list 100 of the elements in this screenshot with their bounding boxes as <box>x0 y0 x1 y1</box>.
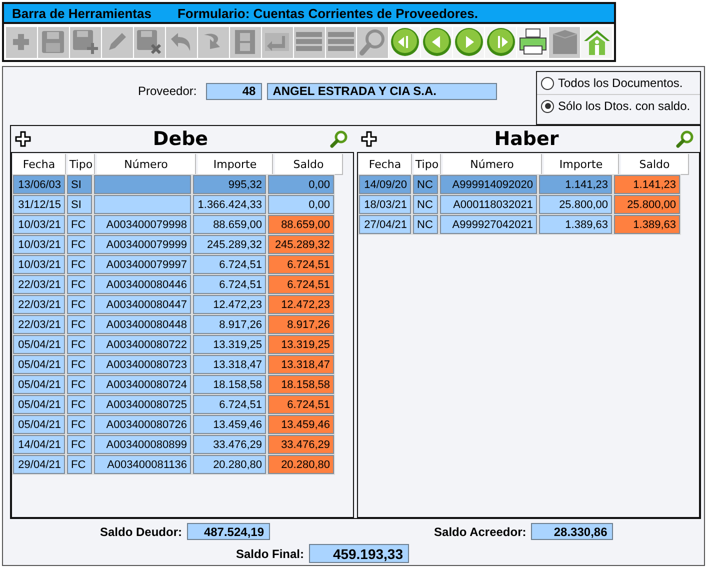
table-cell: 6.724,51 <box>193 255 266 274</box>
table-cell: 245.289,32 <box>268 235 334 254</box>
floppy-cross-icon <box>135 28 164 56</box>
table-cell: A003400080446 <box>94 275 191 294</box>
table-cell: A999927042021 <box>440 215 537 234</box>
table-cell: 13.319,25 <box>268 335 334 354</box>
table-cell: 14/09/20 <box>359 175 411 194</box>
table-cell: A003400080725 <box>94 395 191 414</box>
radio-button[interactable] <box>541 100 554 112</box>
total-label: Saldo Final: <box>236 546 304 560</box>
printer-icon <box>518 28 548 56</box>
table-cell: FC <box>67 295 92 314</box>
first-record-icon <box>390 27 420 57</box>
table-cell: 18/03/21 <box>359 195 411 214</box>
table-cell: 12.472,23 <box>268 295 334 314</box>
table-cell: 6.724,51 <box>193 275 266 294</box>
radio-button[interactable] <box>541 76 554 90</box>
table-cell: FC <box>67 375 92 394</box>
table-cell: SI <box>67 175 92 194</box>
table-cell: FC <box>67 275 92 294</box>
table-cell: NC <box>413 195 438 214</box>
table-cell: A003400080899 <box>94 435 191 454</box>
table-cell: A003400079997 <box>94 255 191 274</box>
table-cell: A003400080724 <box>94 375 191 394</box>
column-header[interactable]: Fecha <box>13 154 66 175</box>
table-cell: FC <box>67 435 92 454</box>
toolbar-button[interactable] <box>389 26 420 58</box>
table-cell: 18.158,58 <box>268 375 334 394</box>
table-cell: SI <box>67 195 92 214</box>
table-cell: 27/04/21 <box>359 215 411 234</box>
table-cell: A003400080723 <box>94 355 191 374</box>
table-cell: A003400080722 <box>94 335 191 354</box>
table-cell: 33.476,29 <box>193 435 266 454</box>
column-header[interactable]: Número <box>97 154 196 175</box>
table-cell: 0,00 <box>268 175 334 194</box>
supplier-code-field[interactable]: 48 <box>206 82 262 100</box>
column-header[interactable]: Importe <box>198 154 273 175</box>
table-cell: 1.389,63 <box>614 215 680 234</box>
column-header[interactable]: Saldo <box>275 154 343 175</box>
table-cell: 1.366.424,33 <box>193 195 266 214</box>
table-cell: 13.318,47 <box>193 355 266 374</box>
table-cell: 1.389,63 <box>539 215 612 234</box>
home-icon <box>582 27 612 57</box>
table-cell: A003400079999 <box>94 235 191 254</box>
column-header[interactable]: Tipo <box>68 154 95 175</box>
list-icon <box>295 30 324 54</box>
table-cell: 88.659,00 <box>193 215 266 234</box>
search-icon[interactable] <box>676 130 694 148</box>
column-header[interactable]: Tipo <box>414 154 441 175</box>
toolbar-button[interactable] <box>421 26 452 58</box>
table-cell: 6.724,51 <box>268 275 334 294</box>
toolbar-button[interactable] <box>485 26 516 58</box>
table-cell: NC <box>413 215 438 234</box>
table-cell: 245.289,32 <box>193 235 266 254</box>
table-cell: FC <box>67 315 92 334</box>
table-cell: 6.724,51 <box>193 395 266 414</box>
supplier-name-field[interactable]: ANGEL ESTRADA Y CIA S.A. <box>266 82 497 100</box>
column-header[interactable]: Número <box>443 154 542 175</box>
table-cell: 05/04/21 <box>13 335 65 354</box>
floppy-plus-icon <box>71 28 100 56</box>
table-cell: A003400080447 <box>94 295 191 314</box>
radio-option[interactable]: Todos los Documentos. <box>537 72 700 94</box>
table-cell: 10/03/21 <box>13 235 65 254</box>
table-cell: 6.724,51 <box>268 255 334 274</box>
table-cell: 25.800,00 <box>614 195 680 214</box>
toolbar-button[interactable] <box>453 26 484 58</box>
box-icon <box>550 28 579 56</box>
radio-option[interactable]: Sólo los Dtos. con saldo. <box>537 94 700 117</box>
list-icon <box>327 30 355 54</box>
column-header[interactable]: Saldo <box>621 154 689 175</box>
table-cell: FC <box>67 355 92 374</box>
table-cell: 13.319,25 <box>193 335 266 354</box>
table-cell: 05/04/21 <box>13 395 65 414</box>
table-cell: 22/03/21 <box>13 315 65 334</box>
table-cell: 22/03/21 <box>13 295 65 314</box>
column-header[interactable]: Fecha <box>359 154 412 175</box>
table-cell: FC <box>67 395 92 414</box>
column-header[interactable]: Importe <box>544 154 619 175</box>
table-cell: A999914092020 <box>440 175 537 194</box>
plus-icon[interactable] <box>361 131 377 147</box>
table-cell: 1.141,23 <box>614 175 680 194</box>
table-cell: 05/04/21 <box>13 355 65 374</box>
table-cell: 88.659,00 <box>268 215 334 234</box>
plus-icon[interactable] <box>15 131 31 147</box>
table-cell: 13.459,46 <box>193 415 266 434</box>
credit-total-field: 28.330,86 <box>531 523 614 540</box>
field-label: Proveedor: <box>138 84 197 98</box>
previous-icon <box>422 27 452 57</box>
toolbar-button[interactable] <box>517 26 548 58</box>
table-cell: A003400079998 <box>94 215 191 234</box>
table-cell: 29/04/21 <box>13 455 65 474</box>
search-icon[interactable] <box>330 130 348 148</box>
table-cell: A003400081136 <box>94 455 191 474</box>
table-cell: 20.280,80 <box>193 455 266 474</box>
table-cell: A003400080726 <box>94 415 191 434</box>
table-cell: 995,32 <box>193 175 266 194</box>
table-cell: 8.917,26 <box>193 315 266 334</box>
panel-title: Haber <box>494 128 559 150</box>
table-cell: A003400080448 <box>94 315 191 334</box>
table-cell: 05/04/21 <box>13 375 65 394</box>
